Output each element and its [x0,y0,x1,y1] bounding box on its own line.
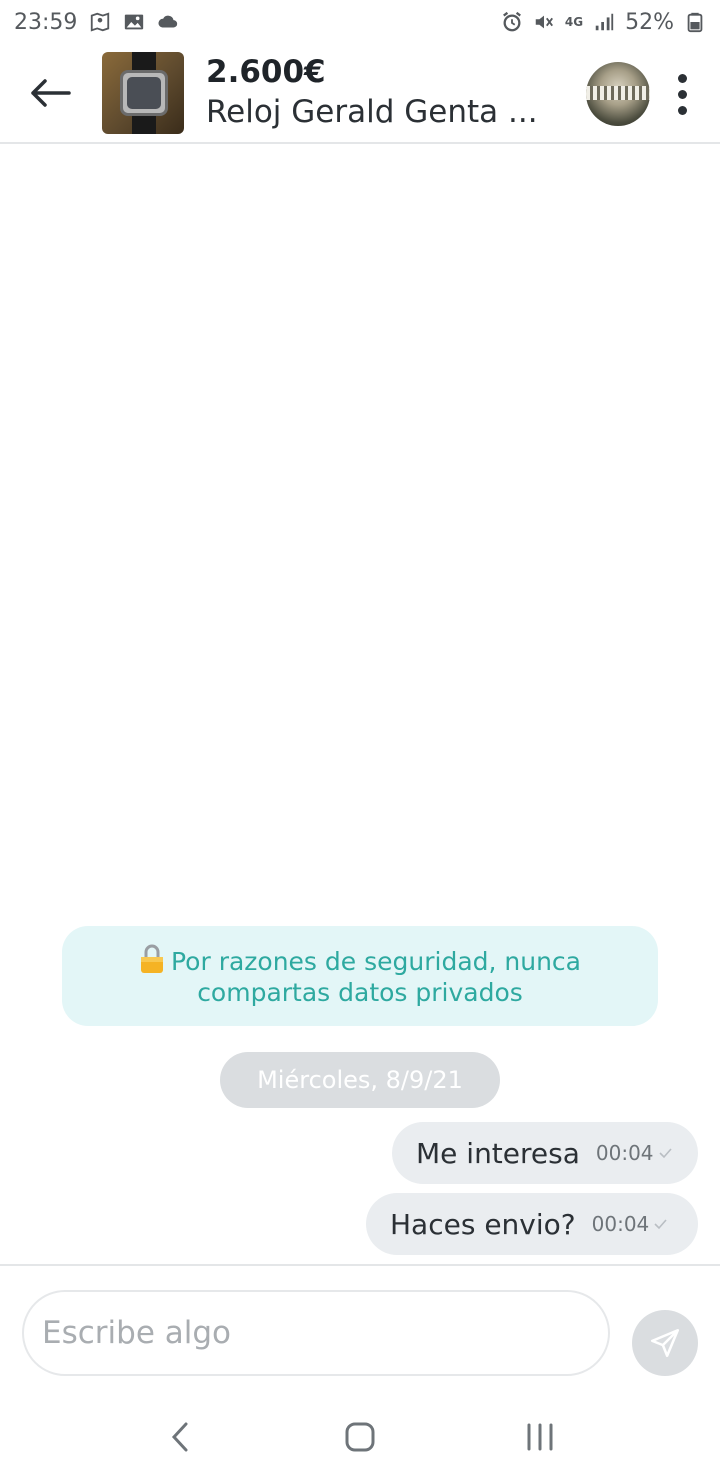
message-bubble[interactable]: Me interesa 00:04 [392,1122,698,1184]
safety-notice: Por razones de seguridad, nunca comparta… [62,926,658,1026]
more-options-button[interactable] [660,64,704,124]
safety-notice-text: Por razones de seguridad, nunca comparta… [170,947,581,1007]
nav-home-button[interactable] [320,1407,400,1467]
arrow-left-icon [31,79,71,107]
back-button[interactable] [0,43,100,143]
check-icon [658,1148,672,1159]
battery-percent: 52% [625,9,674,35]
alarm-icon [501,11,523,33]
nav-back-button[interactable] [140,1407,220,1467]
network-type: 4G [564,15,584,29]
home-square-icon [345,1422,375,1452]
chat-header: 2.600€ Reloj Gerald Genta ... [0,44,720,144]
message-time: 00:04 [595,1141,654,1165]
check-icon [654,1219,667,1230]
message-time: 00:04 [591,1212,650,1236]
image-icon [123,11,145,33]
status-bar: 23:59 4G 52% [0,0,720,44]
message-text: Me interesa [416,1136,580,1170]
send-icon [650,1328,680,1358]
message-bubble[interactable]: Haces envio? 00:04 [366,1193,698,1255]
product-info[interactable]: 2.600€ Reloj Gerald Genta ... [206,53,566,133]
more-dot-icon [677,73,687,83]
cloud-icon [157,11,179,33]
message-composer [0,1264,720,1394]
more-dot-icon [677,105,687,115]
message-input[interactable] [22,1290,610,1376]
product-thumbnail[interactable] [102,52,184,134]
send-button[interactable] [632,1310,698,1376]
message-text: Haces envio? [390,1207,576,1241]
product-title: Reloj Gerald Genta ... [206,94,538,130]
chevron-left-icon [171,1422,188,1452]
recents-icon [527,1423,553,1451]
battery-icon [684,11,706,33]
product-price: 2.600€ [206,54,326,90]
date-separator: Miércoles, 8/9/21 [220,1052,500,1108]
more-dot-icon [677,89,687,99]
system-nav-bar [0,1394,720,1480]
nav-recents-button[interactable] [500,1407,580,1467]
status-time: 23:59 [14,9,78,35]
lock-icon [140,944,163,973]
seller-avatar[interactable] [586,62,650,126]
mute-icon [533,11,555,33]
maps-icon [89,11,111,33]
chat-area[interactable]: Por razones de seguridad, nunca comparta… [0,146,720,1264]
signal-icon [593,11,615,33]
